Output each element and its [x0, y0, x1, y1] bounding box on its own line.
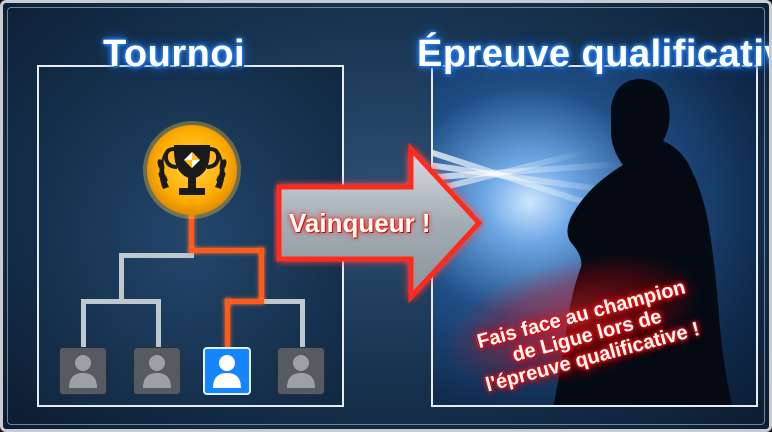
bracket-line [300, 299, 305, 349]
tournament-title: Tournoi [103, 33, 246, 75]
bracket-line [119, 253, 124, 301]
bracket-line [189, 248, 264, 253]
bracket-line [259, 248, 264, 301]
trophy-badge [141, 119, 243, 221]
bracket-line [81, 299, 86, 349]
bracket-line [156, 299, 161, 349]
winner-label: Vainqueur ! [289, 208, 431, 238]
bracket-player-slot-active [203, 347, 251, 395]
bracket-player-slot [277, 347, 325, 395]
bracket-line [81, 299, 161, 304]
qualifier-title: Épreuve qualificative [417, 33, 772, 75]
person-icon [287, 355, 315, 388]
tournament-info-screen: Tournoi Épreuve qualificative Vainqueur … [0, 0, 772, 432]
person-icon [143, 355, 171, 388]
bracket-player-slot [133, 347, 181, 395]
bracket-line [119, 253, 194, 258]
person-icon [213, 355, 241, 388]
trophy-icon [143, 121, 241, 219]
bracket-line [225, 299, 230, 349]
bracket-player-slot [59, 347, 107, 395]
person-icon [69, 355, 97, 388]
bracket-line [225, 299, 264, 304]
